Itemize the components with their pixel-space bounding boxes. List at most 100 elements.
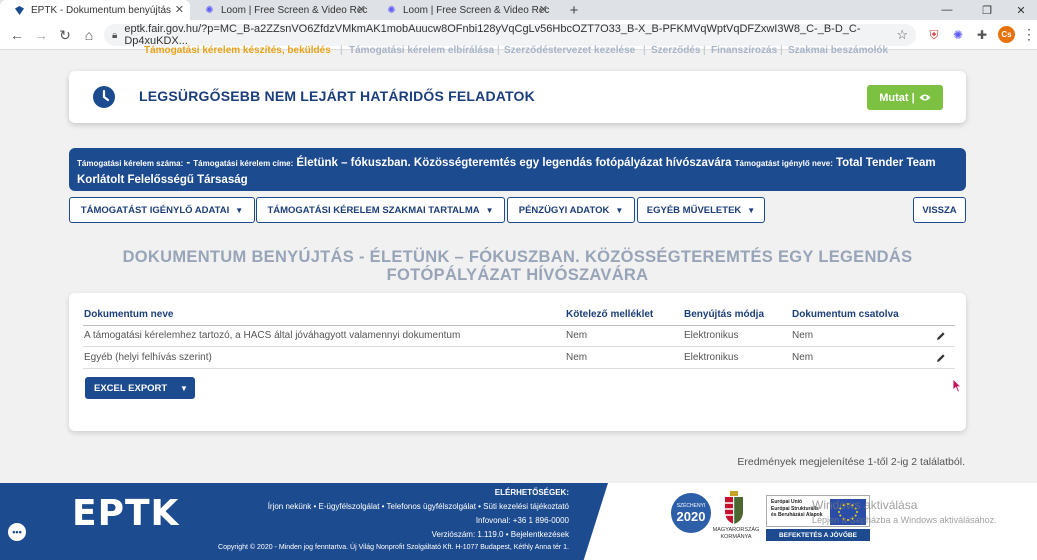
caret-down-icon: ▼ — [747, 205, 756, 215]
header-divider — [83, 325, 955, 326]
results-summary: Eredmények megjelenítése 1-től 2-ig 2 ta… — [737, 456, 965, 468]
contacts-heading: ELÉRHETŐSÉGEK: — [494, 488, 569, 497]
nav-item-application-submit[interactable]: Támogatási kérelem készítés, beküldés — [144, 45, 331, 56]
browser-tab-bar: EPTK - Dokumentum benyújtás ✕ ✺ Loom | F… — [0, 0, 1037, 20]
caret-down-icon: ▼ — [485, 205, 494, 215]
tab-close-icon[interactable]: ✕ — [357, 3, 366, 16]
url-text: eptk.fair.gov.hu/?p=MC_B-a2ZZsnVO6ZfdzVM… — [124, 23, 861, 47]
nav-item-reports[interactable]: Szakmai beszámolók — [788, 45, 888, 56]
tab-close-icon[interactable]: ✕ — [539, 3, 548, 16]
edit-pencil-icon[interactable] — [936, 331, 946, 341]
tab-title: EPTK - Dokumentum benyújtás — [31, 4, 172, 16]
mouse-cursor-icon — [952, 378, 962, 393]
row-divider — [83, 346, 955, 347]
tab-title: Loom | Free Screen & Video Rec — [221, 4, 368, 16]
tab-close-icon[interactable]: ✕ — [175, 3, 184, 16]
clock-icon — [93, 86, 115, 108]
column-header-submission-mode: Benyújtás módja — [684, 309, 765, 320]
restore-window-button[interactable]: ❐ — [970, 0, 1004, 20]
nav-item-evaluation[interactable]: Támogatási kérelem elbírálása — [349, 45, 494, 56]
applicant-name-value-cont: Korlátolt Felelősségű Társaság — [77, 174, 248, 186]
cell-attached: Nem — [792, 330, 814, 341]
cell-submission-mode: Elektronikus — [684, 352, 739, 363]
szechenyi-2020-logo: SZÉCHENYI 2020 — [671, 493, 711, 533]
government-line2: KORMÁNYA — [720, 534, 752, 540]
hungarian-coat-of-arms-icon — [725, 491, 743, 524]
back-button-label: VISSZA — [922, 204, 957, 216]
application-info-banner: Támogatási kérelem száma: - Támogatási k… — [69, 148, 966, 191]
loom-extension-icon[interactable]: ✺ — [950, 27, 966, 43]
cell-mandatory: Nem — [566, 330, 588, 341]
financial-data-label: PÉNZÜGYI ADATOK — [518, 204, 610, 216]
version-info[interactable]: Verziószám: 1.119.0 • Bejelentkezések — [432, 530, 569, 539]
bookmark-star-icon[interactable]: ☆ — [896, 27, 908, 43]
cell-attached: Nem — [792, 352, 814, 363]
browser-tab-loom-1[interactable]: ✺ Loom | Free Screen & Video Rec ✕ — [190, 0, 372, 20]
profile-avatar[interactable]: Cs — [998, 26, 1015, 43]
footer: EPTK ••• ELÉRHETŐSÉGEK: Írjon nekünk • E… — [0, 483, 1037, 560]
watermark-line1: Windows aktiválása — [812, 498, 918, 512]
back-button[interactable]: VISSZA — [913, 197, 966, 223]
browser-tab-eptk[interactable]: EPTK - Dokumentum benyújtás ✕ — [0, 0, 190, 20]
application-number-label: Támogatási kérelem száma: — [77, 159, 184, 168]
application-title-label: Támogatási kérelem címe: — [193, 159, 294, 168]
nav-item-contract-draft[interactable]: Szerződéstervezet kezelése — [504, 45, 635, 56]
excel-export-label: EXCEL EXPORT — [94, 382, 168, 394]
edit-pencil-icon[interactable] — [936, 353, 946, 363]
deadline-tasks-title: LEGSÜRGŐSEBB NEM LEJÁRT HATÁRIDŐS FELADA… — [139, 88, 535, 104]
other-operations-label: EGYÉB MŰVELETEK — [646, 204, 742, 216]
caret-down-icon: ▼ — [615, 205, 624, 215]
page-title: DOKUMENTUM BENYÚJTÁS - ÉLETÜNK – FÓKUSZB… — [69, 248, 966, 284]
forward-arrow-icon[interactable]: → — [32, 26, 50, 44]
back-arrow-icon[interactable]: ← — [8, 26, 26, 44]
minimize-window-button[interactable]: — — [930, 0, 964, 20]
excel-export-button[interactable]: EXCEL EXPORT ▼ — [85, 377, 195, 399]
cell-mandatory: Nem — [566, 352, 588, 363]
column-header-document-name: Dokumentum neve — [84, 309, 174, 320]
watermark-line2: Lépjen a Gépházba a Windows aktiválásáho… — [812, 515, 997, 525]
page-title-line2: FOTÓPÁLYÁZAT HÍVÓSZAVÁRA — [386, 266, 649, 284]
column-header-attached: Dokumentum csatolva — [792, 309, 899, 320]
row-divider — [83, 368, 955, 369]
other-operations-dropdown[interactable]: EGYÉB MŰVELETEK ▼ — [637, 197, 765, 223]
extension-shield-icon[interactable]: ⛨ — [926, 27, 942, 43]
eye-icon — [919, 94, 931, 101]
professional-content-dropdown[interactable]: TÁMOGATÁSI KÉRELEM SZAKMAI TARTALMA ▼ — [256, 197, 505, 223]
new-tab-button[interactable]: + — [565, 0, 583, 20]
documents-table-card: Dokumentum neve Kötelező melléklet Benyú… — [69, 293, 966, 431]
tab-title: Loom | Free Screen & Video Rec — [403, 4, 550, 16]
loom-favicon-icon: ✺ — [205, 4, 214, 16]
home-icon[interactable]: ⌂ — [80, 26, 98, 44]
browser-menu-icon[interactable]: ⋮ — [1022, 26, 1036, 43]
nav-item-financing[interactable]: Finanszírozás — [711, 45, 777, 56]
nav-separator: | — [780, 45, 783, 56]
application-title-value: Életünk – fókuszban. Közösségteremtés eg… — [296, 157, 732, 169]
address-bar[interactable]: 🔒︎ eptk.fair.gov.hu/?p=MC_B-a2ZZsnVO6Zfd… — [104, 23, 916, 47]
browser-tab-loom-2[interactable]: ✺ Loom | Free Screen & Video Rec ✕ — [372, 0, 554, 20]
extensions-puzzle-icon[interactable]: ✚ — [974, 27, 990, 43]
eptk-favicon-icon — [14, 5, 25, 16]
cell-document-name: Egyéb (helyi felhívás szerint) — [84, 352, 212, 363]
column-header-mandatory: Kötelező melléklet — [566, 309, 654, 320]
eu-investment-strip: BEFEKTETÉS A JÖVŐBE — [766, 529, 870, 541]
show-button-label: Mutat | — [879, 91, 915, 104]
copyright: Copyright © 2020 - Minden jog fenntartva… — [218, 544, 569, 551]
caret-down-icon[interactable]: ▼ — [173, 377, 195, 399]
nav-separator: | — [497, 45, 500, 56]
footer-links[interactable]: Írjon nekünk • E-ügyfélszolgálat • Telef… — [268, 502, 569, 511]
chat-bubble-icon[interactable]: ••• — [8, 523, 26, 541]
close-window-button[interactable]: ✕ — [1004, 0, 1037, 20]
show-deadlines-button[interactable]: Mutat | — [867, 85, 943, 110]
lock-icon: 🔒︎ — [112, 29, 118, 41]
reload-icon[interactable]: ↻ — [56, 26, 74, 44]
nav-item-contract[interactable]: Szerződés — [651, 45, 700, 56]
eptk-logo: EPTK — [72, 493, 180, 534]
caret-down-icon: ▼ — [235, 205, 244, 215]
applicant-name-label: Támogatást igénylő neve: — [734, 159, 833, 168]
applicant-data-dropdown[interactable]: TÁMOGATÁST IGÉNYLŐ ADATAI ▼ — [69, 197, 255, 223]
financial-data-dropdown[interactable]: PÉNZÜGYI ADATOK ▼ — [507, 197, 635, 223]
applicant-data-label: TÁMOGATÁST IGÉNYLŐ ADATAI — [80, 204, 230, 216]
infovonal: Infovonal: +36 1 896-0000 — [475, 516, 569, 525]
top-navigation: Támogatási kérelem készítés, beküldés | … — [0, 45, 1037, 59]
government-text: MAGYARORSZÁG KORMÁNYA — [706, 527, 766, 541]
